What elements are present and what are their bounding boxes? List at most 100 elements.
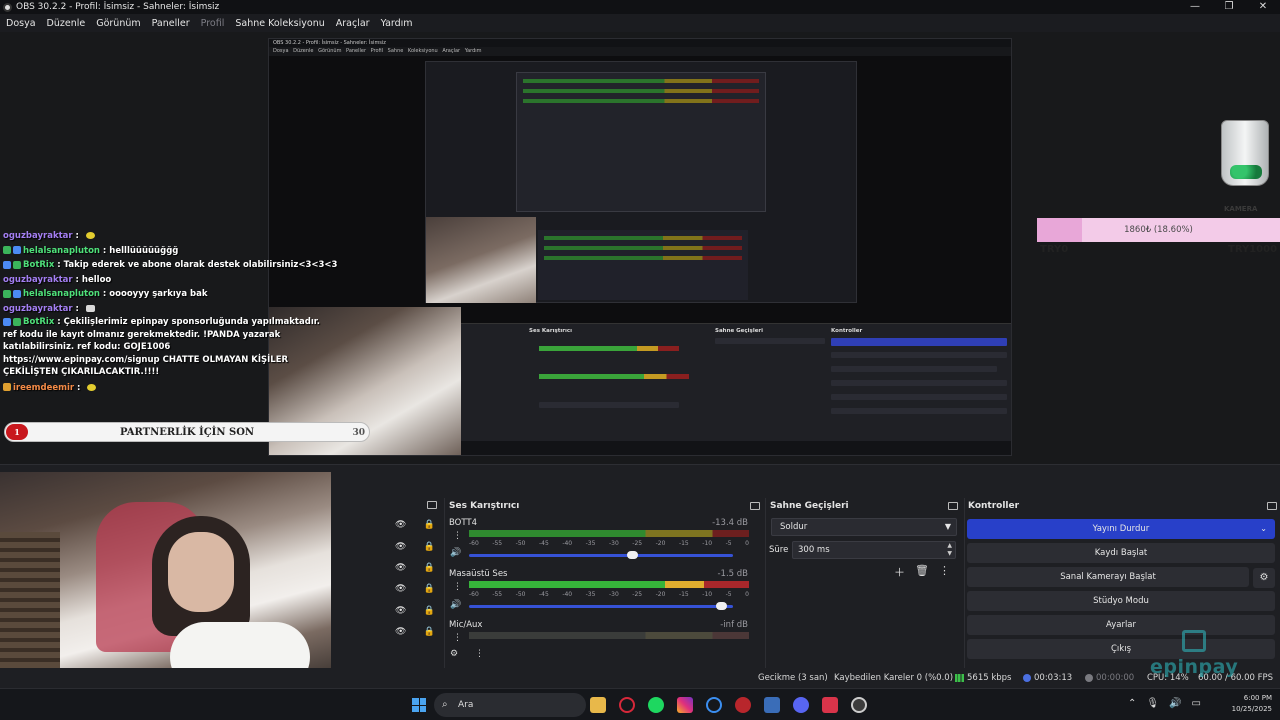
- microphone-icon[interactable]: 🎙: [1146, 698, 1159, 709]
- badge-icon: [13, 260, 21, 269]
- studio-mode-button[interactable]: Stüdyo Modu: [967, 591, 1275, 611]
- game-launcher-icon[interactable]: [735, 697, 751, 713]
- menu-araclar[interactable]: Araçlar: [336, 18, 370, 29]
- windows-start-icon[interactable]: [412, 698, 426, 712]
- eye-icon[interactable]: 👁: [395, 584, 406, 594]
- chevron-up-icon[interactable]: ⌃: [1128, 698, 1136, 709]
- scale-tick: -20: [655, 591, 666, 598]
- menu-bar: Dosya Düzenle Görünüm Paneller Profil Sa…: [0, 14, 1280, 32]
- taskbar-search[interactable]: ⌕ Ara: [434, 693, 586, 717]
- virtual-cam-settings-gear-icon[interactable]: ⚙: [1253, 568, 1275, 588]
- slider-knob[interactable]: [716, 602, 728, 610]
- meter-scale: -60 -55 -50 -45 -40 -35 -30 -25 -20 -15 -10 -5 0: [469, 540, 749, 547]
- add-icon[interactable]: ＋: [894, 564, 905, 580]
- window-title: OBS 30.2.2 - Profil: İsimsiz - Sahneler:…: [16, 2, 220, 12]
- lock-icon[interactable]: 🔒: [424, 563, 435, 573]
- partner-count-left: 1: [6, 424, 28, 440]
- stop-stream-button[interactable]: Yayını Durdur ⌄: [967, 519, 1275, 539]
- record-icon: [1085, 673, 1093, 682]
- volume-slider[interactable]: [469, 551, 733, 559]
- transition-select[interactable]: Soldur ▼: [771, 518, 957, 536]
- eye-icon[interactable]: 👁: [395, 627, 406, 637]
- chevron-down-icon[interactable]: ⌄: [1260, 519, 1267, 539]
- opera-icon[interactable]: [619, 697, 635, 713]
- steam-icon[interactable]: [764, 697, 780, 713]
- eye-icon[interactable]: 👁: [395, 563, 406, 573]
- lock-icon[interactable]: 🔒: [424, 542, 435, 552]
- epinpay-logo-icon: [1182, 630, 1206, 652]
- kebab-menu-icon[interactable]: ⋮: [453, 634, 462, 643]
- discord-icon[interactable]: [793, 697, 809, 713]
- scale-tick: -5: [725, 540, 732, 547]
- eye-icon[interactable]: 👁: [395, 520, 406, 530]
- trash-icon[interactable]: 🗑: [915, 564, 929, 580]
- lock-icon[interactable]: 🔒: [424, 627, 435, 637]
- obs-taskbar-icon[interactable]: [851, 697, 867, 713]
- start-virtual-cam-button[interactable]: Sanal Kamerayı Başlat: [967, 567, 1249, 587]
- maximize-button[interactable]: ❐: [1212, 0, 1246, 14]
- chat-user: oguzbayraktar: [3, 231, 73, 241]
- spin-icon[interactable]: ▲ ▼: [947, 542, 952, 558]
- slider-knob[interactable]: [626, 551, 638, 559]
- chat-text: helllüüüüüğğğ: [109, 245, 179, 256]
- app-icon[interactable]: [822, 697, 838, 713]
- mixer-menu-icon[interactable]: ⋮: [475, 649, 484, 659]
- goal-label: 1860₺ (18.60%): [1124, 225, 1193, 235]
- menu-duzenle[interactable]: Düzenle: [47, 18, 86, 29]
- close-button[interactable]: ✕: [1246, 0, 1280, 14]
- start-record-button[interactable]: Kaydı Başlat: [967, 543, 1275, 563]
- eye-icon[interactable]: 👁: [395, 606, 406, 616]
- duration-input[interactable]: 300 ms ▲ ▼: [792, 541, 956, 559]
- mini-meter: [544, 246, 742, 250]
- nested-obs-capture: OBS 30.2.2 - Profil: İsimsiz - Sahneler:…: [268, 38, 1012, 456]
- menu-profil[interactable]: Profil: [201, 18, 225, 29]
- controls-title: Kontroller: [968, 501, 1020, 511]
- tip-jar-icon: [1221, 120, 1269, 186]
- status-bar: Gecikme (3 san) Kaybedilen Kareler 0 (%0…: [0, 668, 1280, 688]
- menu-paneller[interactable]: Paneller: [152, 18, 190, 29]
- lock-icon[interactable]: 🔒: [424, 584, 435, 594]
- advanced-audio-gear-icon[interactable]: ⚙: [450, 649, 458, 659]
- undock-icon[interactable]: [1267, 502, 1277, 510]
- minimize-button[interactable]: —: [1178, 0, 1212, 14]
- nested-deep-capture-2: [516, 72, 766, 212]
- preview-canvas[interactable]: OBS 30.2.2 - Profil: İsimsiz - Sahneler:…: [0, 32, 1280, 464]
- menu-gorunum[interactable]: Görünüm: [96, 18, 140, 29]
- chat-message: BotRix : Çekilişlerimiz epinpay sponsorl…: [3, 317, 320, 377]
- mixer-title: Ses Karıştırıcı: [449, 501, 520, 511]
- chat-message: helalsanapluton : ooooyyy şarkıya bak: [3, 287, 323, 302]
- speaker-icon[interactable]: 🔊: [450, 600, 461, 610]
- volume-icon[interactable]: 🔊: [1169, 698, 1181, 709]
- chat-user: helalsanapluton: [23, 289, 100, 299]
- taskbar-clock[interactable]: 6:00 PM 10/25/2025: [1228, 693, 1272, 715]
- menu-dosya[interactable]: Dosya: [6, 18, 36, 29]
- lock-icon[interactable]: 🔒: [424, 606, 435, 616]
- title-bar: OBS 30.2.2 - Profil: İsimsiz - Sahneler:…: [0, 0, 1280, 14]
- chat-user: helalsanapluton: [23, 245, 100, 256]
- mini-meter: [523, 99, 759, 103]
- lock-icon[interactable]: 🔒: [424, 520, 435, 530]
- undock-icon[interactable]: [427, 501, 437, 509]
- kebab-menu-icon[interactable]: ⋮: [453, 532, 462, 541]
- undock-icon[interactable]: [750, 502, 760, 510]
- menu-yardim[interactable]: Yardım: [381, 18, 413, 29]
- menu-sahne-koleksiyonu[interactable]: Sahne Koleksiyonu: [235, 18, 324, 29]
- file-explorer-icon[interactable]: [590, 697, 606, 713]
- nested-menu: Dosya Düzenle Görünüm Paneller Profil Sa…: [269, 47, 1011, 56]
- undock-icon[interactable]: [948, 502, 958, 510]
- kebab-menu-icon[interactable]: ⋮: [939, 564, 950, 580]
- spotify-icon[interactable]: [648, 697, 664, 713]
- delay-status: Gecikme (3 san): [758, 673, 828, 683]
- transition-toolbar: ＋ 🗑 ⋮: [894, 564, 950, 580]
- eye-icon[interactable]: 👁: [395, 542, 406, 552]
- volume-slider[interactable]: [469, 602, 733, 610]
- nested-trans-title: Sahne Geçişleri: [715, 328, 764, 334]
- speaker-icon[interactable]: 🔊: [450, 548, 461, 558]
- kebab-menu-icon[interactable]: ⋮: [453, 583, 462, 592]
- instagram-icon[interactable]: [677, 697, 693, 713]
- battery-icon[interactable]: ▭: [1192, 698, 1201, 709]
- search-placeholder: Ara: [458, 700, 474, 710]
- transitions-title: Sahne Geçişleri: [770, 501, 849, 511]
- duration-label: Süre: [769, 545, 789, 555]
- ccleaner-icon[interactable]: [706, 697, 722, 713]
